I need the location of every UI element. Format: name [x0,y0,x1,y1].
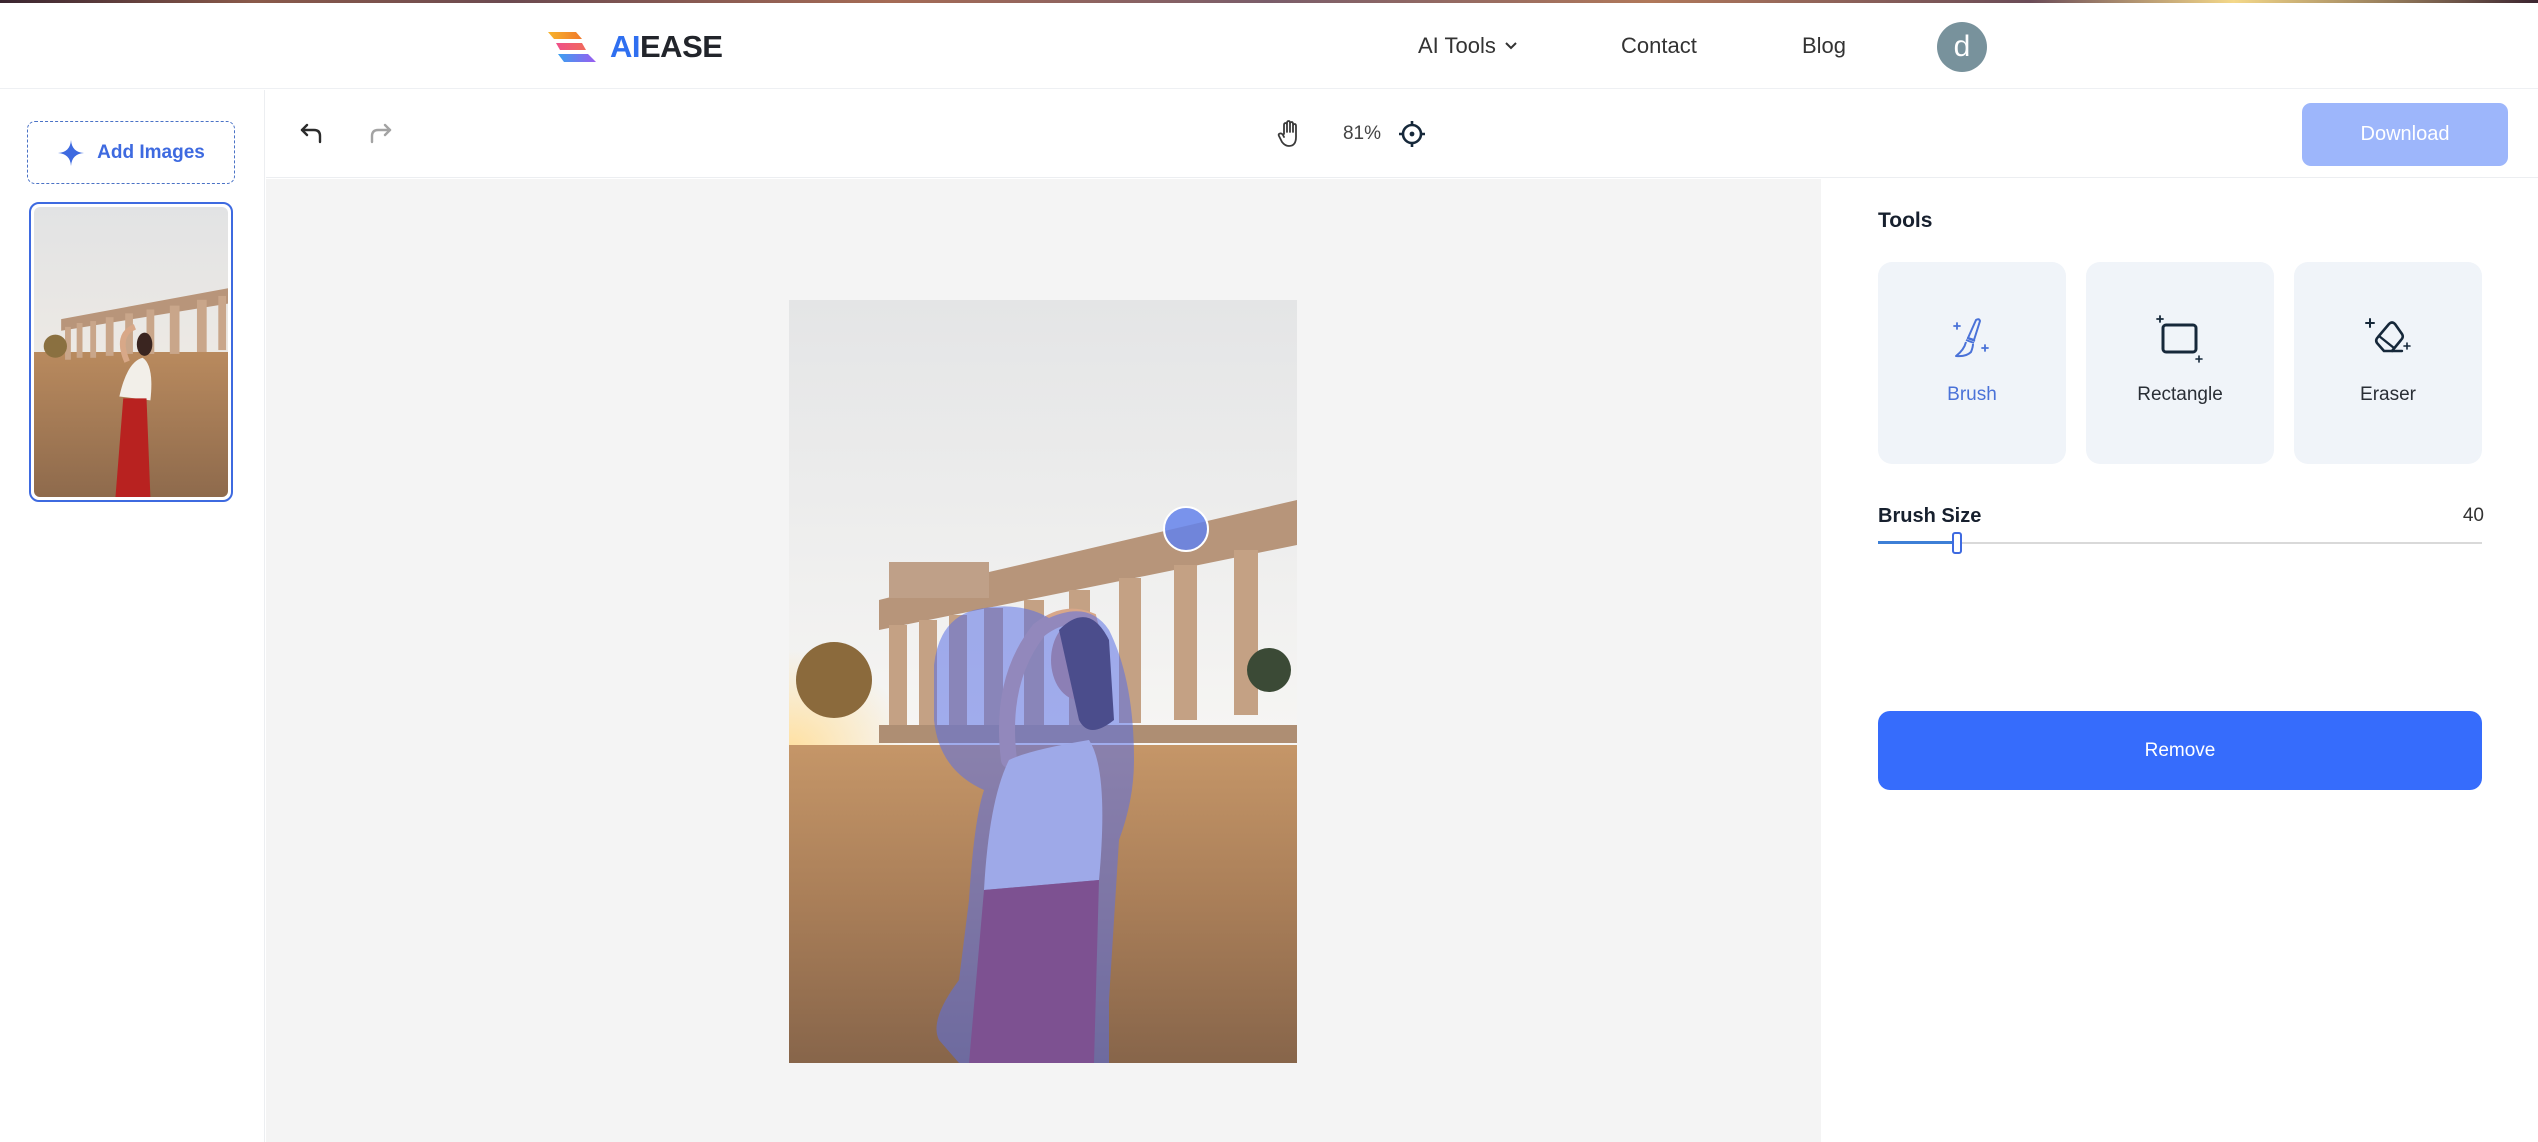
recenter-button[interactable] [1394,116,1430,152]
image-thumbnail[interactable] [29,202,233,502]
nav-contact[interactable]: Contact [1621,3,1697,89]
editor-toolbar: 81% Download [266,90,2538,178]
user-avatar[interactable]: d [1937,22,1987,72]
thumbnail-image [34,207,228,497]
pan-hand-button[interactable] [1272,116,1308,152]
add-images-button[interactable]: Add Images [27,121,235,184]
tool-brush-label: Brush [1947,384,1997,405]
add-images-label: Add Images [97,141,205,163]
plus-sparkle-icon [58,139,85,166]
tool-rectangle[interactable]: Rectangle [2086,262,2274,464]
tools-panel: Tools Brush Rectangle Eraser Brush Size … [1822,179,2538,1142]
logo-icon [548,32,596,62]
logo-ai: AI [610,29,641,64]
redo-icon [370,123,392,144]
tool-eraser[interactable]: Eraser [2294,262,2482,464]
brush-size-value: 40 [2462,505,2484,526]
brush-icon [1953,318,1989,358]
redo-button[interactable] [362,116,398,152]
brush-cursor [1163,506,1209,552]
undo-icon [300,123,322,144]
nav-blog-label: Blog [1802,33,1847,58]
nav-ai-tools-label: AI Tools [1418,33,1496,58]
brush-size-slider[interactable] [1878,532,2482,554]
image-sidebar: Add Images [0,90,265,1142]
logo-text: AIEASE [610,29,723,65]
brush-size-label: Brush Size [1878,505,1982,527]
avatar-letter: d [1953,30,1971,63]
download-button[interactable]: Download [2302,103,2508,166]
target-icon [1399,121,1425,147]
zoom-level: 81% [1342,123,1382,144]
tool-eraser-label: Eraser [2360,384,2416,405]
remove-button[interactable]: Remove [1878,711,2482,790]
editable-photo[interactable] [789,300,1297,1063]
chevron-down-icon [1505,42,1517,50]
tool-brush[interactable]: Brush [1878,262,2066,464]
slider-fill [1878,541,1957,544]
editor-canvas[interactable] [266,179,1821,1142]
hand-icon [1277,120,1297,147]
logo-ease: EASE [640,29,723,64]
nav-contact-label: Contact [1621,33,1697,58]
logo[interactable]: AIEASE [548,29,723,65]
tools-title: Tools [1878,209,1933,232]
site-header: AIEASE AI Tools Contact Blog d [0,3,2538,89]
tool-rectangle-label: Rectangle [2137,384,2223,405]
rectangle-icon [2156,315,2203,363]
nav-ai-tools[interactable]: AI Tools [1418,3,1518,89]
nav-blog[interactable]: Blog [1802,3,1846,89]
undo-button[interactable] [294,116,330,152]
slider-thumb[interactable] [1951,532,1962,554]
eraser-icon [2365,318,2411,353]
slider-track [1878,542,2482,544]
